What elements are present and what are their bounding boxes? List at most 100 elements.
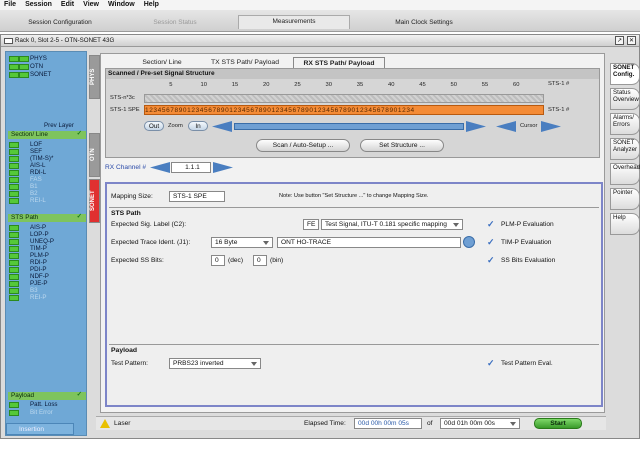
- rx-channel-next-icon[interactable]: [213, 162, 233, 173]
- alarm-otn: OTN: [30, 63, 44, 70]
- alarm-label: LOF: [30, 141, 43, 148]
- alarm-led-icon: [9, 253, 19, 259]
- tick-label: 50: [450, 82, 457, 88]
- trace-value-input[interactable]: ONT HO-TRACE: [277, 237, 461, 248]
- alarm-led-icon: [9, 225, 19, 231]
- trace-length-dropdown[interactable]: 16 Byte: [211, 237, 273, 248]
- right-tab-status-overview[interactable]: Status Overview: [610, 88, 640, 110]
- right-tab-sonet-config[interactable]: SONET Config.: [610, 63, 640, 85]
- ss-dec-unit: (dec): [228, 257, 244, 264]
- cursor-right-icon[interactable]: [541, 121, 561, 132]
- scroll-left-icon[interactable]: [212, 121, 232, 132]
- right-tab-alarms-errors[interactable]: Alarms/ Errors: [610, 113, 640, 135]
- pattern-eval-checkbox[interactable]: ✓: [487, 359, 497, 369]
- elapsed-time: 00d 00h 00m 05s: [354, 418, 422, 429]
- alarm-led-icon: [9, 177, 19, 183]
- alarm-label: PLM-P: [30, 252, 49, 259]
- sts1-spe-bar[interactable]: 1234567890123456789012345678901234567890…: [144, 105, 544, 115]
- alarm-led-icon: [9, 170, 19, 176]
- menu-help[interactable]: Help: [144, 0, 159, 10]
- alarm-led-icon: [9, 295, 19, 301]
- tab-measurements[interactable]: Measurements: [238, 15, 350, 29]
- set-structure-button[interactable]: Set Structure ...: [360, 139, 444, 152]
- sig-label-code[interactable]: FE: [303, 219, 319, 230]
- alarm-led-icon: [9, 163, 19, 169]
- cursor-left-icon[interactable]: [496, 121, 516, 132]
- alarm-label: AIS-P: [30, 224, 47, 231]
- ss-bits-checkbox[interactable]: ✓: [487, 256, 497, 266]
- ss-dec-input[interactable]: 0: [211, 255, 225, 266]
- zoom-label: Zoom: [168, 123, 183, 129]
- ss-bin-input[interactable]: 0: [253, 255, 267, 266]
- tick-label: 55: [481, 82, 489, 88]
- sts-n3c-bar[interactable]: [144, 94, 544, 103]
- pattern-eval-label: Test Pattern Eval.: [501, 360, 553, 367]
- zoom-scrollbar[interactable]: [234, 123, 464, 130]
- mapping-note: Note: Use button "Set Structure ..." to …: [279, 193, 429, 199]
- alarm-label: PDI-P: [30, 266, 47, 273]
- trace-expand-icon[interactable]: [463, 236, 475, 248]
- menu-session[interactable]: Session: [25, 0, 52, 10]
- trace-label: Expected Trace Ident. (J1):: [111, 239, 191, 246]
- alarm-pane: PHYS OTN SONET Prev Layer Section/ Line ✓…: [5, 51, 87, 436]
- tick-label: 25: [294, 82, 301, 88]
- right-tab-help[interactable]: Help: [610, 213, 640, 235]
- right-tab-pointer[interactable]: Pointer: [610, 188, 640, 210]
- menu-file[interactable]: File: [4, 0, 16, 10]
- right-nav-tabs: SONET Config. Status Overview Alarms/ Erro…: [610, 63, 640, 313]
- alarm-sonet: SONET: [30, 71, 52, 78]
- alarm-label: RDI-L: [30, 169, 47, 176]
- side-tab-phys[interactable]: PHYS: [89, 55, 100, 99]
- scan-auto-setup-button[interactable]: Scan / Auto-Setup ...: [256, 139, 350, 152]
- alarm-led-icon: [9, 149, 19, 155]
- alarm-label: SEF: [30, 148, 43, 155]
- ss-bin-unit: (bin): [270, 257, 284, 264]
- side-tab-otn[interactable]: OTN: [89, 133, 100, 177]
- test-pattern-dropdown[interactable]: PRBS23 inverted: [169, 358, 261, 369]
- alarm-label: TIM-P: [30, 245, 47, 252]
- sts-path-title: STS Path: [111, 210, 141, 217]
- rx-channel-value[interactable]: 1.1.1: [171, 162, 211, 173]
- alarm-phys: PHYS: [30, 55, 47, 62]
- test-pattern-label: Test Pattern:: [111, 360, 149, 367]
- tab-main-clock-settings[interactable]: Main Clock Settings: [368, 17, 480, 29]
- start-button[interactable]: Start: [534, 418, 582, 429]
- zoom-out-button[interactable]: Out: [144, 121, 164, 131]
- tim-label: TIM-P Evaluation: [501, 239, 552, 246]
- scroll-right-icon[interactable]: [466, 121, 486, 132]
- plm-label: PLM-P Evaluation: [501, 221, 554, 228]
- tick-label: 20: [263, 82, 270, 88]
- alarm-led-icon: [9, 184, 19, 190]
- menu-window[interactable]: Window: [108, 0, 135, 10]
- plm-checkbox[interactable]: ✓: [487, 220, 497, 230]
- laser-label: Laser: [114, 420, 131, 427]
- duration-dropdown[interactable]: 00d 01h 00m 00s: [440, 418, 520, 429]
- right-tab-overhead[interactable]: Overhead: [610, 163, 640, 185]
- phys-led2-icon: [19, 56, 29, 62]
- insertion-button[interactable]: Insertion: [6, 423, 74, 435]
- sig-label-dropdown[interactable]: Test Signal, ITU-T 0.181 specific mappin…: [321, 219, 463, 230]
- tick-label: 10: [200, 82, 207, 88]
- payload-header: Payload ✓: [8, 391, 86, 400]
- side-tab-sonet[interactable]: SONET: [89, 179, 100, 223]
- mapping-size-label: Mapping Size:: [111, 193, 153, 200]
- tab-session-configuration[interactable]: Session Configuration: [10, 17, 110, 29]
- tim-checkbox[interactable]: ✓: [487, 238, 497, 248]
- tab-session-status[interactable]: Session Status: [125, 17, 225, 29]
- divider: [109, 344, 599, 345]
- restore-icon[interactable]: ↗: [615, 36, 624, 45]
- zoom-in-button[interactable]: In: [188, 121, 208, 131]
- alarm-patt-loss: Patt. Loss: [30, 401, 58, 408]
- tick-label: 40: [388, 82, 395, 88]
- status-bar: Laser Elapsed Time: 00d 00h 00m 05s of 0…: [96, 416, 606, 430]
- rx-channel-prev-icon[interactable]: [150, 162, 170, 173]
- rx-sts-panel: Section/ Line TX STS Path/ Payload RX ST…: [100, 53, 605, 413]
- close-icon[interactable]: ✕: [627, 36, 636, 45]
- menu-view[interactable]: View: [83, 0, 99, 10]
- alarm-label: PJE-P: [30, 280, 48, 287]
- menu-edit[interactable]: Edit: [61, 0, 74, 10]
- prev-layer-label[interactable]: Prev Layer: [44, 122, 74, 129]
- right-tab-sonet-analyzer[interactable]: SONET Analyzer: [610, 138, 640, 160]
- payload-label: Payload: [11, 392, 35, 399]
- alarm-led-icon: [9, 198, 19, 204]
